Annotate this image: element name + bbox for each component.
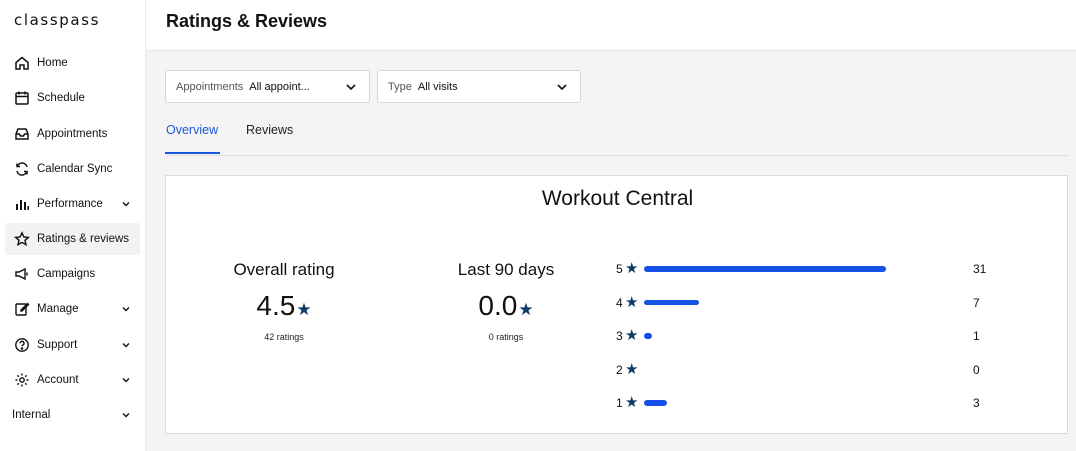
sidebar-item-ratings-reviews[interactable]: Ratings & reviews [5, 223, 140, 255]
star-icon: ★ [625, 360, 639, 378]
tabs-divider [165, 155, 1068, 156]
type-filter-select[interactable]: Type All visits [377, 70, 581, 103]
metric-label: Last 90 days [457, 260, 555, 279]
sidebar-item-label: Manage [37, 303, 79, 315]
megaphone-icon [13, 265, 31, 283]
appointments-filter-select[interactable]: Appointments All appoint... [165, 70, 370, 103]
ratings-count: 42 ratings [264, 332, 304, 342]
chevron-down-icon [122, 343, 130, 348]
sidebar-item-label: Ratings & reviews [37, 233, 130, 245]
calendar-icon [13, 89, 31, 107]
edit-icon [13, 300, 31, 318]
distribution-bar [644, 333, 652, 339]
distribution-count: 0 [973, 362, 980, 377]
sidebar-item-label: Schedule [37, 92, 85, 104]
star-level-label: 3 [616, 329, 623, 343]
classpass-logo[interactable]: classpass [14, 11, 100, 29]
tab-overview[interactable]: Overview [166, 123, 218, 137]
distribution-count: 31 [973, 262, 987, 276]
distribution-row-4-star: 4 ★ 7 [616, 293, 1046, 311]
chevron-down-icon [122, 413, 130, 418]
star-icon: ★ [625, 327, 639, 344]
distribution-count: 1 [973, 329, 980, 343]
sidebar-item-support[interactable]: Support [5, 329, 140, 361]
sidebar-item-label: Appointments [37, 128, 108, 140]
sidebar-item-label: Home [37, 57, 68, 69]
star-level-label: 1 [616, 396, 623, 410]
star-icon: ★ [296, 300, 312, 319]
rating-value: 0.0 [478, 290, 518, 321]
metric-label: Overall rating [233, 260, 335, 279]
filter-value: All appoint... [249, 80, 310, 93]
sidebar-item-internal[interactable]: Internal [5, 399, 140, 431]
distribution-row-5-star: 5 ★ 31 [616, 260, 1046, 277]
sidebar-item-performance[interactable]: Performance [5, 188, 140, 220]
filter-label: Type [388, 80, 412, 93]
sidebar-item-label: Account [37, 374, 79, 386]
sidebar-item-label: Campaigns [37, 268, 96, 280]
sidebar-item-label: Performance [37, 198, 103, 210]
ratings-card: Workout Central Overall rating 4.5★ 42 r… [165, 175, 1068, 434]
sidebar: classpass Home Schedule Appointments Cal… [0, 0, 146, 451]
chevron-down-icon [122, 378, 130, 383]
sidebar-item-calendar-sync[interactable]: Calendar Sync [5, 153, 140, 185]
star-icon: ★ [518, 300, 534, 319]
sidebar-item-label: Support [37, 339, 78, 351]
help-icon [13, 336, 31, 354]
star-icon: ★ [625, 260, 639, 277]
active-tab-indicator [165, 152, 220, 154]
distribution-bar [644, 400, 668, 406]
star-outline-icon [13, 230, 31, 248]
inbox-icon [13, 125, 31, 143]
sidebar-item-label: Internal [12, 409, 51, 421]
last-90-days-rating: Last 90 days 0.0★ 0 ratings [421, 260, 591, 342]
rating-value: 4.5 [256, 290, 296, 321]
sidebar-item-account[interactable]: Account [5, 364, 140, 396]
tab-reviews[interactable]: Reviews [246, 123, 293, 137]
sidebar-item-campaigns[interactable]: Campaigns [5, 258, 140, 290]
sidebar-item-home[interactable]: Home [5, 47, 140, 79]
overall-rating: Overall rating 4.5★ 42 ratings [199, 260, 369, 342]
bar-chart-icon [13, 195, 31, 213]
filter-value: All visits [417, 80, 458, 93]
gear-icon [13, 371, 31, 389]
ratings-count: 0 ratings [488, 332, 524, 342]
distribution-row-1-star: 1 ★ 3 [616, 394, 1046, 411]
metric-value: 4.5★ [199, 290, 369, 322]
chevron-down-icon [346, 84, 356, 91]
header: Ratings & Reviews [146, 0, 1076, 51]
page-title: Ratings & Reviews [166, 11, 328, 31]
chevron-down-icon [122, 202, 130, 207]
home-icon [13, 54, 31, 72]
distribution-bar [644, 266, 886, 272]
sidebar-item-label: Calendar Sync [37, 163, 113, 175]
sidebar-item-manage[interactable]: Manage [5, 293, 140, 325]
distribution-bar [644, 299, 699, 305]
star-level-label: 5 [616, 262, 623, 276]
sidebar-item-schedule[interactable]: Schedule [5, 82, 140, 114]
studio-name: Workout Central [541, 187, 694, 210]
chevron-down-icon [122, 307, 130, 312]
sync-icon [13, 160, 31, 178]
distribution-row-3-star: 3 ★ 1 [616, 327, 1046, 344]
star-icon: ★ [625, 394, 639, 411]
distribution-count: 3 [973, 396, 980, 410]
chevron-down-icon [557, 84, 567, 91]
metric-value: 0.0★ [421, 290, 591, 322]
sidebar-item-appointments[interactable]: Appointments [5, 118, 140, 150]
star-icon: ★ [625, 293, 639, 311]
filter-label: Appointments [176, 80, 244, 93]
star-level-label: 2 [616, 362, 623, 377]
star-level-label: 4 [616, 295, 623, 310]
distribution-count: 7 [973, 295, 980, 310]
distribution-row-2-star: 2 ★ 0 [616, 360, 1046, 378]
